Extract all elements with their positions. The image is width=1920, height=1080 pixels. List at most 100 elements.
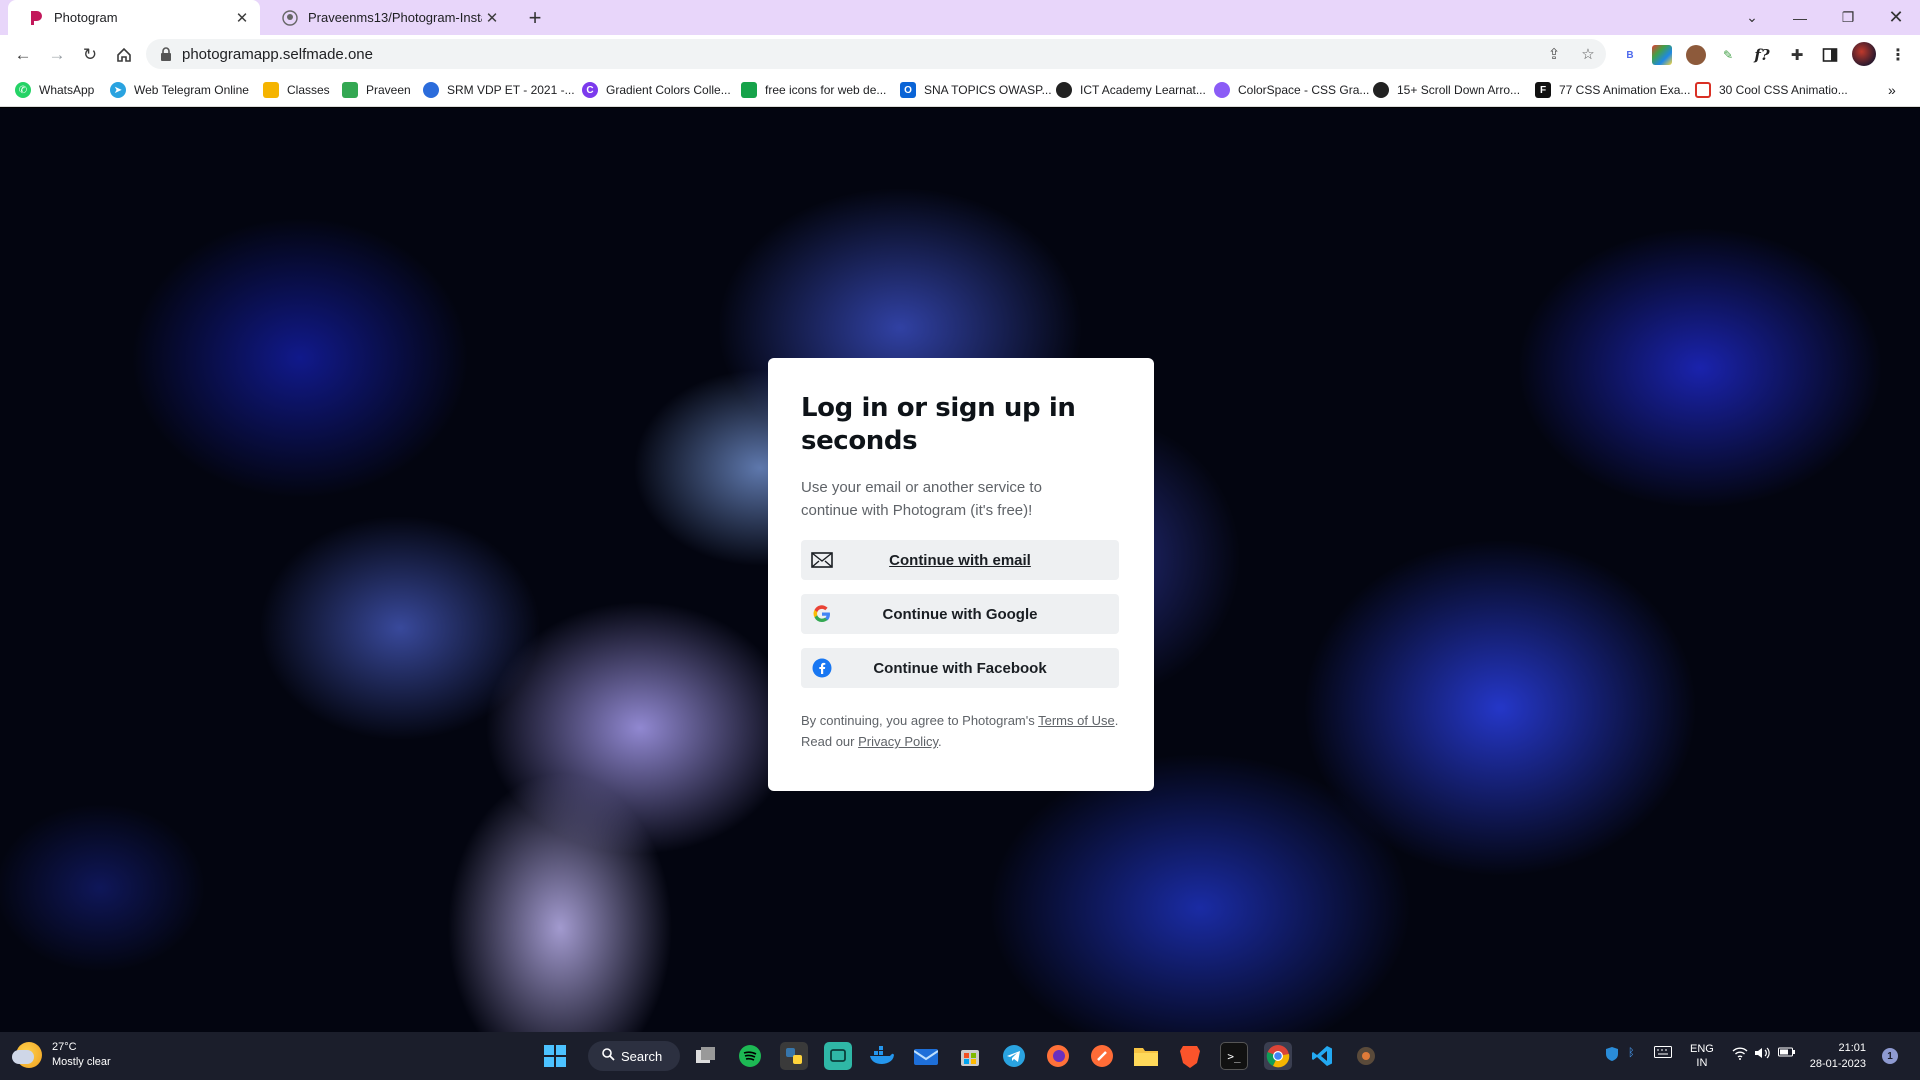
terms-of-use-link[interactable]: Terms of Use — [1038, 713, 1115, 728]
search-icon — [602, 1048, 615, 1064]
facebook-button-label: Continue with Facebook — [873, 659, 1047, 677]
chrome-icon[interactable] — [1264, 1042, 1292, 1070]
bookmark-label: Web Telegram Online — [134, 83, 249, 97]
icons-icon — [741, 82, 757, 98]
gradient-icon: C — [582, 82, 598, 98]
app-icon[interactable] — [1352, 1042, 1380, 1070]
bookmark-label: 30 Cool CSS Animatio... — [1719, 83, 1848, 97]
bookmark-item[interactable]: ➤ Web Telegram Online — [110, 81, 249, 99]
share-icon[interactable]: ⇪ — [1545, 45, 1563, 63]
windows-start-icon[interactable] — [541, 1042, 569, 1070]
classroom-icon — [263, 82, 279, 98]
bookmark-label: SRM VDP ET - 2021 -... — [447, 83, 575, 97]
telegram-app-icon[interactable] — [1000, 1042, 1028, 1070]
bookmark-item[interactable]: O SNA TOPICS OWASP... — [900, 81, 1052, 99]
bookmark-item[interactable]: F 77 CSS Animation Exa... — [1535, 81, 1690, 99]
close-window-button[interactable]: ✕ — [1872, 0, 1920, 35]
weather-moon-cloud-icon — [12, 1042, 42, 1068]
system-clock[interactable]: 21:01 28-01-2023 — [1806, 1040, 1866, 1072]
tab-photogram[interactable]: Photogram ✕ — [8, 0, 260, 35]
home-icon[interactable] — [111, 42, 137, 68]
page-background: Log in or sign up in seconds Use your em… — [0, 108, 1920, 1032]
extension-pen-icon[interactable]: ✎ — [1718, 45, 1738, 65]
lock-icon[interactable] — [160, 47, 172, 61]
wifi-icon[interactable] — [1732, 1046, 1748, 1064]
tab-title: Praveenms13/Photogram-Instagram — [308, 10, 482, 25]
close-tab-icon[interactable]: ✕ — [232, 8, 252, 28]
email-button-label: Continue with email — [889, 551, 1031, 569]
profile-avatar[interactable] — [1852, 42, 1876, 66]
weather-temp: 27°C — [52, 1041, 77, 1053]
brave-browser-icon[interactable] — [1176, 1042, 1204, 1070]
minimize-button[interactable]: — — [1776, 0, 1824, 35]
taskbar-search-button[interactable]: Search — [588, 1041, 680, 1071]
legal-text: . — [938, 734, 942, 749]
tab-github[interactable]: Praveenms13/Photogram-Instagram ✕ — [262, 0, 510, 35]
bookmark-label: ICT Academy Learnat... — [1080, 83, 1206, 97]
restore-button[interactable]: ❐ — [1824, 0, 1872, 35]
side-panel-icon[interactable] — [1820, 45, 1840, 65]
battery-icon[interactable] — [1778, 1046, 1796, 1062]
bookmark-item[interactable]: Praveen — [342, 81, 411, 99]
bookmark-item[interactable]: Classes — [263, 81, 330, 99]
outlook-icon: O — [900, 82, 916, 98]
weather-widget[interactable]: 27°C Mostly clear — [12, 1040, 111, 1070]
volume-icon[interactable] — [1754, 1046, 1770, 1064]
bookmark-item[interactable]: SRM VDP ET - 2021 -... — [423, 81, 575, 99]
continue-with-google-button[interactable]: Continue with Google — [801, 594, 1119, 634]
bookmarks-overflow-button[interactable]: » — [1888, 81, 1896, 99]
keyboard-icon[interactable] — [1654, 1046, 1672, 1062]
bookmark-label: ColorSpace - CSS Gra... — [1238, 83, 1370, 97]
back-arrow-icon[interactable]: ← — [10, 42, 36, 68]
continue-with-email-button[interactable]: Continue with email — [801, 540, 1119, 580]
postman-icon[interactable] — [1088, 1042, 1116, 1070]
google-icon — [811, 604, 833, 624]
bookmark-item[interactable]: free icons for web de... — [741, 81, 886, 99]
bookmark-item[interactable]: ✆ WhatsApp — [15, 81, 94, 99]
privacy-policy-link[interactable]: Privacy Policy — [858, 734, 938, 749]
notification-badge[interactable]: 1 — [1882, 1048, 1898, 1064]
terminal-icon[interactable]: >_ — [1220, 1042, 1248, 1070]
firefox-icon[interactable] — [1044, 1042, 1072, 1070]
bookmarks-bar: ✆ WhatsApp ➤ Web Telegram Online Classes… — [0, 73, 1920, 107]
microsoft-store-icon[interactable] — [956, 1042, 984, 1070]
forward-arrow-icon[interactable]: → — [44, 42, 70, 68]
defender-tray-icon[interactable] — [1604, 1046, 1620, 1066]
continue-with-facebook-button[interactable]: Continue with Facebook — [801, 648, 1119, 688]
file-explorer-icon[interactable] — [1132, 1042, 1160, 1070]
mail-app-icon[interactable] — [912, 1042, 940, 1070]
bookmark-star-icon[interactable]: ☆ — [1579, 45, 1597, 63]
new-tab-button[interactable]: + — [523, 5, 547, 30]
legal-notice: By continuing, you agree to Photogram's … — [801, 710, 1119, 752]
address-bar[interactable]: photogramapp.selfmade.one ⇪ ☆ — [146, 39, 1606, 69]
docker-icon[interactable] — [868, 1042, 896, 1070]
reload-icon[interactable]: ↻ — [77, 42, 103, 68]
bookmark-item[interactable]: ICT Academy Learnat... — [1056, 81, 1206, 99]
task-view-icon[interactable] — [692, 1042, 720, 1070]
bookmark-item[interactable]: 30 Cool CSS Animatio... — [1695, 81, 1848, 99]
bookmark-item[interactable]: ColorSpace - CSS Gra... — [1214, 81, 1369, 99]
extensions-puzzle-icon[interactable]: ✚ — [1787, 45, 1807, 65]
telegram-icon: ➤ — [110, 82, 126, 98]
login-card: Log in or sign up in seconds Use your em… — [768, 358, 1154, 791]
language-indicator[interactable]: ENG IN — [1690, 1042, 1714, 1070]
bookmark-item[interactable]: C Gradient Colors Colle... — [582, 81, 731, 99]
url-text[interactable]: photogramapp.selfmade.one — [182, 46, 373, 63]
extension-cookie-icon[interactable] — [1686, 45, 1706, 65]
teams-chat-icon[interactable] — [824, 1042, 852, 1070]
extension-fonts-icon[interactable]: f? — [1752, 45, 1772, 65]
language-region: IN — [1696, 1057, 1708, 1069]
whatsapp-icon: ✆ — [15, 82, 31, 98]
close-tab-icon[interactable]: ✕ — [482, 8, 502, 28]
extension-b-icon[interactable]: B — [1620, 45, 1640, 65]
spotify-icon[interactable] — [736, 1042, 764, 1070]
tab-search-chevron-icon[interactable]: ⌄ — [1728, 0, 1776, 35]
photogram-favicon — [28, 10, 44, 26]
menu-kebab-icon[interactable]: ⋮ — [1888, 45, 1908, 65]
vscode-icon[interactable] — [1308, 1042, 1336, 1070]
bookmark-label: Classes — [287, 83, 330, 97]
bookmark-item[interactable]: 15+ Scroll Down Arro... — [1373, 81, 1520, 99]
python-icon[interactable] — [780, 1042, 808, 1070]
bluetooth-icon[interactable]: ᛒ — [1628, 1046, 1635, 1060]
extension-colorful-icon[interactable] — [1652, 45, 1672, 65]
